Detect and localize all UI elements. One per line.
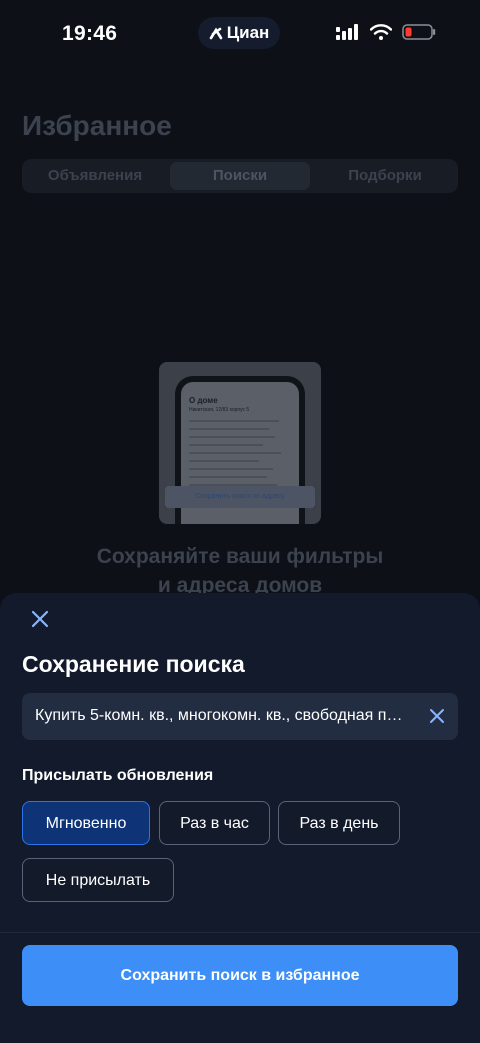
option-hourly[interactable]: Раз в час (159, 801, 270, 845)
signal-icon (336, 24, 358, 40)
tab-listings[interactable]: Объявления (25, 162, 165, 190)
empty-state-line-1: Сохраняйте ваши фильтры (96, 545, 384, 568)
battery-icon (402, 24, 436, 40)
divider (0, 932, 480, 933)
tab-collections[interactable]: Подборки (315, 162, 455, 190)
illustration-heading: О доме (189, 396, 218, 405)
illustration-subheading: Никитская, 12/83 корпус 5 (189, 407, 250, 413)
clear-icon[interactable] (428, 707, 446, 725)
tab-searches[interactable]: Поиски (170, 162, 310, 190)
search-query-text: Купить 5-комн. кв., многокомн. кв., своб… (35, 707, 411, 724)
option-daily[interactable]: Раз в день (278, 801, 400, 845)
illustration-save-address-button: Сохранить поиск по адресу (165, 486, 315, 508)
close-icon[interactable] (28, 607, 52, 631)
cian-logo-icon (209, 27, 223, 40)
sheet-title: Сохранение поиска (22, 651, 245, 677)
option-instant[interactable]: Мгновенно (22, 801, 150, 845)
status-bar: 19:46 Циан (0, 0, 480, 70)
updates-label: Присылать обновления (22, 767, 214, 784)
empty-state-text: Сохраняйте ваши фильтры и адреса домов (0, 542, 480, 600)
option-never[interactable]: Не присылать (22, 858, 174, 902)
save-search-sheet: Сохранение поиска Купить 5-комн. кв., мн… (0, 593, 480, 1043)
empty-state-illustration: О доме Никитская, 12/83 корпус 5 Сохрани… (159, 362, 321, 524)
dynamic-island: Циан (198, 17, 280, 49)
save-search-button[interactable]: Сохранить поиск в избранное (22, 945, 458, 1006)
favorites-tabs: Объявления Поиски Подборки (22, 159, 458, 193)
page-title: Избранное (22, 110, 172, 141)
search-query-field[interactable]: Купить 5-комн. кв., многокомн. кв., своб… (22, 693, 458, 740)
status-time: 19:46 (62, 22, 118, 45)
wifi-icon (370, 24, 392, 40)
island-label: Циан (226, 23, 270, 42)
